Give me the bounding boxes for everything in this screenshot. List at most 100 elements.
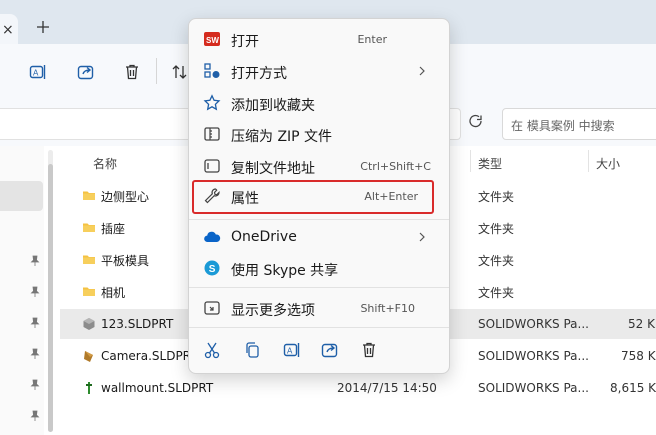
sldprt-part-icon (82, 349, 96, 363)
share-button[interactable] (76, 62, 96, 82)
rename-button[interactable]: A (28, 62, 48, 82)
file-name: 相机 (101, 286, 126, 300)
wrench-icon (203, 187, 221, 205)
folder-icon (82, 220, 96, 234)
tab-close-button[interactable]: × (2, 22, 14, 38)
refresh-icon (469, 114, 482, 128)
svg-text:S: S (209, 264, 216, 275)
solidworks-icon: SW (203, 30, 221, 48)
menu-item-open[interactable]: SW 打开 Enter (193, 24, 445, 54)
delete-button[interactable] (359, 340, 379, 360)
svg-text:A: A (287, 347, 293, 356)
sort-icon (172, 65, 187, 79)
menu-item-label: 显示更多选项 (231, 303, 315, 319)
file-name: Camera.SLDPRT (101, 349, 198, 363)
delete-icon (126, 64, 138, 80)
sldprt-part-icon (82, 317, 96, 331)
sort-button[interactable] (170, 62, 190, 82)
open-with-icon (203, 62, 221, 80)
delete-icon (363, 342, 375, 358)
sldprt-part-icon (82, 381, 96, 395)
menu-item-label: OneDrive (231, 229, 297, 245)
share-icon (321, 343, 338, 358)
pin-icon (29, 410, 41, 422)
delete-button[interactable] (122, 62, 142, 82)
rename-icon: A (283, 343, 300, 357)
menu-item-label: 添加到收藏夹 (231, 98, 315, 114)
menu-separator (189, 287, 449, 288)
menu-item-properties[interactable]: 属性 Alt+Enter (192, 180, 434, 214)
menu-item-shortcut: Enter (357, 33, 387, 46)
skype-icon: S (203, 259, 221, 277)
cut-icon (204, 342, 220, 359)
rename-button[interactable]: A (282, 340, 302, 360)
file-type: 文件夹 (478, 222, 515, 236)
file-type: 文件夹 (478, 286, 515, 300)
column-header-name[interactable]: 名称 (93, 155, 117, 172)
search-input[interactable]: 在 模具案例 中搜索 (502, 108, 656, 140)
column-header-type[interactable]: 类型 (478, 155, 502, 172)
pin-icon (29, 379, 41, 391)
menu-item-onedrive[interactable]: OneDrive (193, 222, 445, 252)
file-size: 758 KI (621, 349, 656, 363)
context-menu: SW 打开 Enter 打开方式 添加到收藏夹 压缩为 ZIP 文件 复制文件地… (188, 18, 450, 374)
share-button[interactable] (320, 340, 340, 360)
folder-icon (82, 252, 96, 266)
menu-item-shortcut: Ctrl+Shift+C (360, 160, 431, 173)
file-type: 文件夹 (478, 190, 515, 204)
file-type: SOLIDWORKS Pa... (478, 381, 589, 395)
file-type: SOLIDWORKS Pa... (478, 317, 589, 331)
file-name: wallmount.SLDPRT (101, 381, 214, 395)
file-name: 平板模具 (101, 254, 150, 268)
refresh-button[interactable] (462, 108, 490, 138)
menu-item-skype-share[interactable]: S 使用 Skype 共享 (193, 253, 445, 283)
menu-item-compress-zip[interactable]: 压缩为 ZIP 文件 (193, 119, 445, 149)
search-placeholder: 在 模具案例 中搜索 (511, 119, 615, 133)
chevron-right-icon (417, 65, 427, 77)
menu-item-label: 使用 Skype 共享 (231, 263, 339, 279)
menu-separator (189, 327, 449, 328)
plus-icon (37, 21, 49, 33)
chevron-right-icon (417, 231, 427, 243)
toolbar-separator (156, 58, 157, 84)
file-name: 边侧型心 (101, 190, 150, 204)
folder-icon (82, 188, 96, 202)
file-size: 52 KI (628, 317, 656, 331)
nav-selected-item[interactable] (0, 181, 43, 211)
nav-scrollbar-thumb[interactable] (48, 164, 53, 432)
column-divider[interactable] (470, 150, 471, 172)
menu-item-shortcut: Alt+Enter (364, 190, 418, 203)
file-name: 插座 (101, 222, 126, 236)
column-divider[interactable] (588, 150, 589, 172)
file-type: 文件夹 (478, 254, 515, 268)
menu-item-add-favorite[interactable]: 添加到收藏夹 (193, 88, 445, 118)
svg-text:A: A (33, 69, 39, 78)
star-icon (203, 94, 221, 112)
copy-button[interactable] (242, 340, 262, 360)
menu-item-label: 属性 (231, 191, 259, 207)
column-header-size[interactable]: 大小 (596, 155, 620, 172)
menu-item-open-with[interactable]: 打开方式 (193, 56, 445, 86)
pin-icon (29, 255, 41, 267)
file-size: 8,615 KI (610, 381, 656, 395)
pin-icon (29, 286, 41, 298)
menu-item-label: 复制文件地址 (231, 161, 315, 177)
onedrive-icon (203, 228, 221, 246)
menu-item-label: 压缩为 ZIP 文件 (231, 129, 333, 145)
menu-item-label: 打开 (231, 34, 259, 50)
file-date: 2014/7/15 14:50 (337, 381, 437, 395)
more-options-icon (203, 299, 221, 317)
folder-icon (82, 284, 96, 298)
cut-button[interactable] (202, 340, 222, 360)
menu-item-shortcut: Shift+F10 (360, 302, 415, 315)
zip-icon (203, 125, 221, 143)
menu-item-show-more-options[interactable]: 显示更多选项 Shift+F10 (193, 293, 445, 323)
menu-item-copy-path[interactable]: 复制文件地址 Ctrl+Shift+C (193, 151, 445, 181)
file-type: SOLIDWORKS Pa... (478, 349, 589, 363)
svg-text:SW: SW (206, 36, 219, 45)
menu-item-label: 打开方式 (231, 66, 287, 82)
menu-separator (189, 219, 449, 220)
pin-icon (29, 348, 41, 360)
copy-icon (246, 342, 259, 358)
new-tab-button[interactable] (34, 18, 52, 36)
